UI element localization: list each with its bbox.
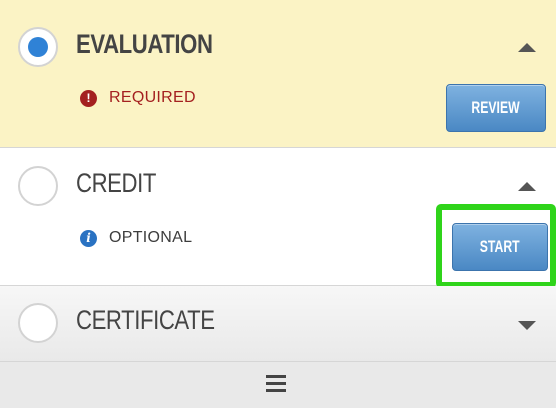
info-circle-icon: i [80, 229, 97, 247]
chevron-up-icon[interactable] [518, 182, 536, 191]
step-evaluation[interactable]: EVALUATION ! REQUIRED REVIEW [0, 0, 556, 148]
evaluation-radio[interactable] [18, 27, 58, 67]
chevron-down-icon[interactable] [518, 321, 536, 330]
panel-footer [0, 362, 556, 408]
exclamation-circle-icon: ! [80, 89, 97, 107]
chevron-up-icon[interactable] [518, 43, 536, 52]
credit-radio[interactable] [18, 166, 58, 206]
review-button[interactable]: REVIEW [446, 84, 546, 132]
start-button-highlight [436, 204, 556, 288]
evaluation-title[interactable]: EVALUATION [76, 29, 213, 60]
activity-steps-panel: EVALUATION ! REQUIRED REVIEW CREDIT i OP… [0, 0, 556, 408]
certificate-radio[interactable] [18, 303, 58, 343]
review-button-label: REVIEW [471, 98, 521, 117]
credit-status: i OPTIONAL [80, 228, 192, 248]
step-certificate[interactable]: CERTIFICATE [0, 286, 556, 362]
credit-status-label: OPTIONAL [109, 229, 193, 246]
hamburger-menu-icon[interactable] [266, 375, 286, 393]
radio-selected-dot [28, 37, 48, 57]
credit-title[interactable]: CREDIT [76, 168, 156, 199]
certificate-title[interactable]: CERTIFICATE [76, 305, 215, 336]
evaluation-status-label: REQUIRED [109, 89, 196, 106]
evaluation-status: ! REQUIRED [80, 88, 196, 108]
